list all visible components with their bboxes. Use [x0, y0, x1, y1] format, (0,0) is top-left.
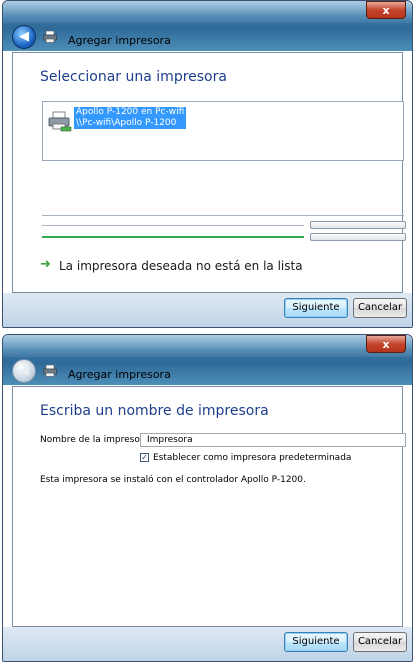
back-arrow-icon[interactable]: ◀: [12, 25, 36, 49]
next-button[interactable]: Siguiente: [284, 298, 348, 318]
cancel-button[interactable]: Cancelar: [353, 632, 407, 652]
close-button[interactable]: x: [366, 1, 406, 19]
wizard-content: Escriba un nombre de impresora Nombre de…: [12, 386, 406, 627]
printer-list[interactable]: Apollo P-1200 en Pc-wifi \\Pc-wifi\Apoll…: [42, 101, 404, 161]
page-title: Seleccionar una impresora: [40, 69, 227, 85]
close-button[interactable]: x: [366, 335, 406, 353]
page-title: Escriba un nombre de impresora: [40, 403, 269, 419]
back-arrow-icon[interactable]: ◀: [12, 359, 36, 383]
title-bar: x ◀ Agregar impresora: [3, 335, 412, 385]
cancel-button[interactable]: Cancelar: [353, 298, 407, 318]
divider: [42, 225, 304, 226]
printer-name: Apollo P-1200 en Pc-wifi: [76, 107, 185, 117]
window-title: Agregar impresora: [68, 34, 171, 47]
driver-info-text: Esta impresora se instaló con el control…: [40, 475, 306, 485]
printer-not-listed-link[interactable]: La impresora deseada no está en la lista: [59, 259, 303, 273]
printer-icon: [43, 365, 57, 377]
title-bar: x ◀ Agregar impresora: [3, 1, 412, 51]
printer-name-label: Nombre de la impresora:: [40, 435, 153, 445]
search-button[interactable]: [310, 221, 406, 229]
default-printer-checkbox[interactable]: ✓: [140, 453, 149, 462]
search-progress-bar: [42, 236, 304, 238]
green-arrow-icon: ➜: [40, 257, 51, 272]
add-printer-window-select: x ◀ Agregar impresora Seleccionar una im…: [2, 0, 413, 328]
divider: [42, 215, 404, 216]
window-title: Agregar impresora: [68, 368, 171, 381]
printer-path: \\Pc-wifi\Apollo P-1200: [76, 118, 177, 128]
printer-name-field[interactable]: Impresora: [140, 433, 406, 447]
stop-button[interactable]: [310, 233, 406, 241]
wizard-content: Seleccionar una impresora Apollo P-1200 …: [12, 52, 406, 293]
button-bar: Siguiente Cancelar: [3, 293, 412, 327]
printer-icon: [43, 31, 57, 43]
network-printer-icon: [48, 111, 72, 132]
button-bar: Siguiente Cancelar: [3, 627, 412, 661]
printer-entry-label: Apollo P-1200 en Pc-wifi \\Pc-wifi\Apoll…: [74, 107, 187, 129]
next-button[interactable]: Siguiente: [284, 632, 348, 652]
default-printer-label: Establecer como impresora predeterminada: [153, 453, 352, 463]
add-printer-window-name: x ◀ Agregar impresora Escriba un nombre …: [2, 334, 413, 662]
